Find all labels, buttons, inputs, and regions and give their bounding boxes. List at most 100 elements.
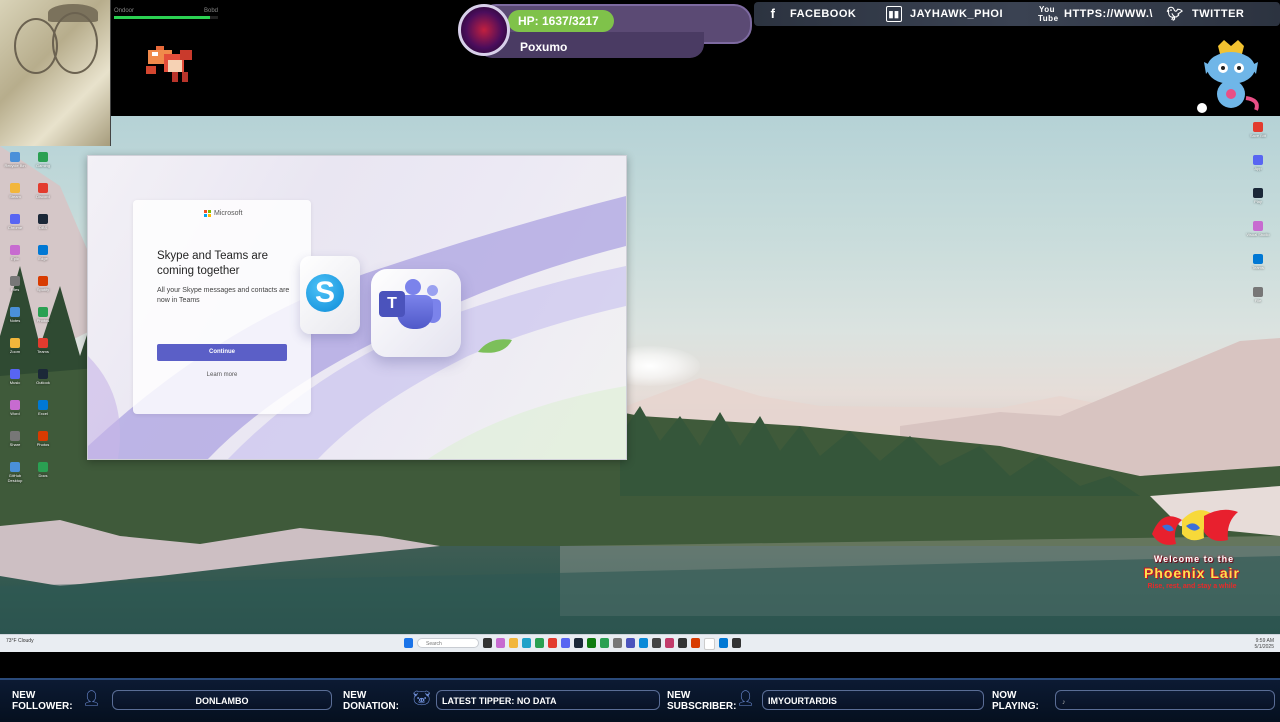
desktop-icon[interactable]: Word xyxy=(2,400,28,416)
desktop-icon-label: Word xyxy=(10,411,20,416)
desktop-icon-label: Photos xyxy=(36,318,50,323)
notepad-icon[interactable] xyxy=(704,638,715,650)
desktop-icon-label: Discord xyxy=(36,194,50,199)
desktop-icon[interactable]: Zoom xyxy=(2,338,28,354)
start-icon[interactable] xyxy=(404,638,413,648)
social-twitch[interactable]: ▮▮ JAYHAWK_PHOI xyxy=(886,2,1003,26)
desktop-icon-label: Docs xyxy=(38,473,48,478)
user-plus-icon: 👤︎ xyxy=(82,690,102,707)
desktop-icon[interactable]: Docs xyxy=(30,462,56,478)
taskbar-weather[interactable]: 73°F Cloudy xyxy=(6,639,34,644)
outlook-icon[interactable] xyxy=(639,638,648,648)
microsoft-logo-icon xyxy=(204,210,211,217)
desktop-icon-label: Spotify xyxy=(36,287,50,292)
app-icon xyxy=(38,307,48,317)
continue-button[interactable]: Continue xyxy=(157,344,287,361)
new-follower-label: NEW FOLLOWER: xyxy=(12,690,73,712)
microsoft-brand-text: Microsoft xyxy=(214,210,243,217)
app-icon xyxy=(1253,221,1263,231)
facebook-icon: f xyxy=(770,6,776,21)
obs-icon[interactable] xyxy=(652,638,661,648)
desktop-icon[interactable]: Chrome xyxy=(2,214,28,230)
desktop-icon[interactable]: Notes xyxy=(2,307,28,323)
app-icon xyxy=(10,462,20,472)
social-links-bar: f FACEBOOK ▮▮ JAYHAWK_PHOI You Tube HTTPS… xyxy=(754,2,1280,26)
music-icon: ♪ xyxy=(1062,699,1066,706)
desktop-icon[interactable]: Play xyxy=(1245,188,1271,204)
system-tray[interactable]: 9:59 AM 5/1/2025 xyxy=(1255,638,1274,650)
xbox-icon[interactable] xyxy=(587,638,596,648)
office-icon[interactable] xyxy=(691,638,700,648)
chrome-icon[interactable] xyxy=(535,638,544,648)
desktop-icon-label: Edge xyxy=(38,256,48,261)
now-playing-label: NOW PLAYING: xyxy=(992,690,1039,712)
desktop-icon[interactable]: Outlook xyxy=(30,369,56,385)
app-icon-pink[interactable] xyxy=(665,638,674,648)
learn-more-link[interactable]: Learn more xyxy=(157,372,287,378)
new-donation-value: LATEST TIPPER: NO DATA xyxy=(436,690,660,710)
store-icon[interactable] xyxy=(719,638,728,648)
app-icon xyxy=(38,245,48,255)
teams-taskbar-icon[interactable] xyxy=(626,638,635,648)
new-donation-label: NEW DONATION: xyxy=(343,690,399,712)
desktop-icon[interactable]: Share xyxy=(2,431,28,447)
app-icon xyxy=(1253,122,1263,132)
desktop-icon-label: Notes xyxy=(9,318,21,323)
settings-icon[interactable] xyxy=(613,638,622,648)
spotify-icon[interactable] xyxy=(600,638,609,648)
desktop-icon-label: Zoom xyxy=(9,349,21,354)
file-explorer-icon[interactable] xyxy=(509,638,518,648)
app-icon xyxy=(10,276,20,286)
desktop-icon[interactable]: Photos xyxy=(30,431,56,447)
desktop-icon-label: Excel xyxy=(38,411,48,416)
app-icon-red[interactable] xyxy=(548,638,557,648)
desktop-icon[interactable]: Excel xyxy=(30,400,56,416)
desktop-icon[interactable]: Epic xyxy=(2,245,28,261)
social-twitter[interactable]: 🐦︎ TWITTER xyxy=(1166,2,1244,26)
desktop-icon[interactable]: Recycle Bin xyxy=(2,152,28,168)
logo-line-tagline: Rise, rest, and stay a while xyxy=(1147,583,1237,590)
desktop-icon[interactable]: Photos xyxy=(30,307,56,323)
desktop-icon[interactable]: File xyxy=(1245,287,1271,303)
desktop-icon[interactable]: Spotify xyxy=(30,276,56,292)
social-twitch-label: JAYHAWK_PHOI xyxy=(910,8,1004,20)
social-youtube[interactable]: You Tube HTTPS://WWW.\ xyxy=(1038,2,1153,26)
desktop-icon[interactable]: Teams xyxy=(30,338,56,354)
microsoft-logo: Microsoft xyxy=(204,210,242,217)
desktop-icon[interactable]: Gaming xyxy=(30,152,56,168)
desktop-icon[interactable]: Steam xyxy=(2,183,28,199)
desktop-icon[interactable]: Discord xyxy=(30,183,56,199)
camera-icon[interactable] xyxy=(732,638,741,648)
webcam-feed xyxy=(0,0,111,146)
steam-icon[interactable] xyxy=(574,638,583,648)
app-icon xyxy=(10,369,20,379)
app-icon xyxy=(1253,254,1263,264)
desktop-icon[interactable]: Files xyxy=(2,276,28,292)
task-view-icon[interactable] xyxy=(483,638,492,648)
desktop-icon[interactable]: Teams xyxy=(1245,254,1271,270)
widgets-icon[interactable] xyxy=(496,638,505,648)
edge-icon[interactable] xyxy=(522,638,531,648)
terminal-icon[interactable] xyxy=(678,638,687,648)
desktop-icon[interactable]: Save Bitt xyxy=(1245,122,1271,138)
desktop-icon[interactable]: GitHub Desktop xyxy=(2,462,28,483)
desktop-icon-label: Chrome xyxy=(7,225,23,230)
desktop-icon[interactable]: Music xyxy=(2,369,28,385)
new-subscriber-value: IMYOURTARDIS xyxy=(762,690,984,710)
phoenix-bird-icon xyxy=(1152,509,1238,545)
taskbar-search[interactable]: Search xyxy=(417,638,479,648)
app-icon xyxy=(38,462,48,472)
taskbar-icons: Search xyxy=(404,638,741,650)
social-facebook[interactable]: f FACEBOOK xyxy=(764,2,856,26)
app-icon xyxy=(38,369,48,379)
desktop-icon[interactable]: App xyxy=(1245,155,1271,171)
discord-icon[interactable] xyxy=(561,638,570,648)
desktop-icon[interactable]: Visual Studio xyxy=(1245,221,1271,237)
desktop-icon[interactable]: Edge xyxy=(30,245,56,261)
app-icon xyxy=(10,431,20,441)
social-twitter-label: TWITTER xyxy=(1192,8,1245,20)
desktop-icon[interactable]: OBS xyxy=(30,214,56,230)
windows-taskbar: 73°F Cloudy Search 9:59 AM 5/1/2025 xyxy=(0,634,1280,652)
now-playing-value: ♪ xyxy=(1055,690,1275,710)
desktop-icon-label: Epic xyxy=(11,256,19,261)
